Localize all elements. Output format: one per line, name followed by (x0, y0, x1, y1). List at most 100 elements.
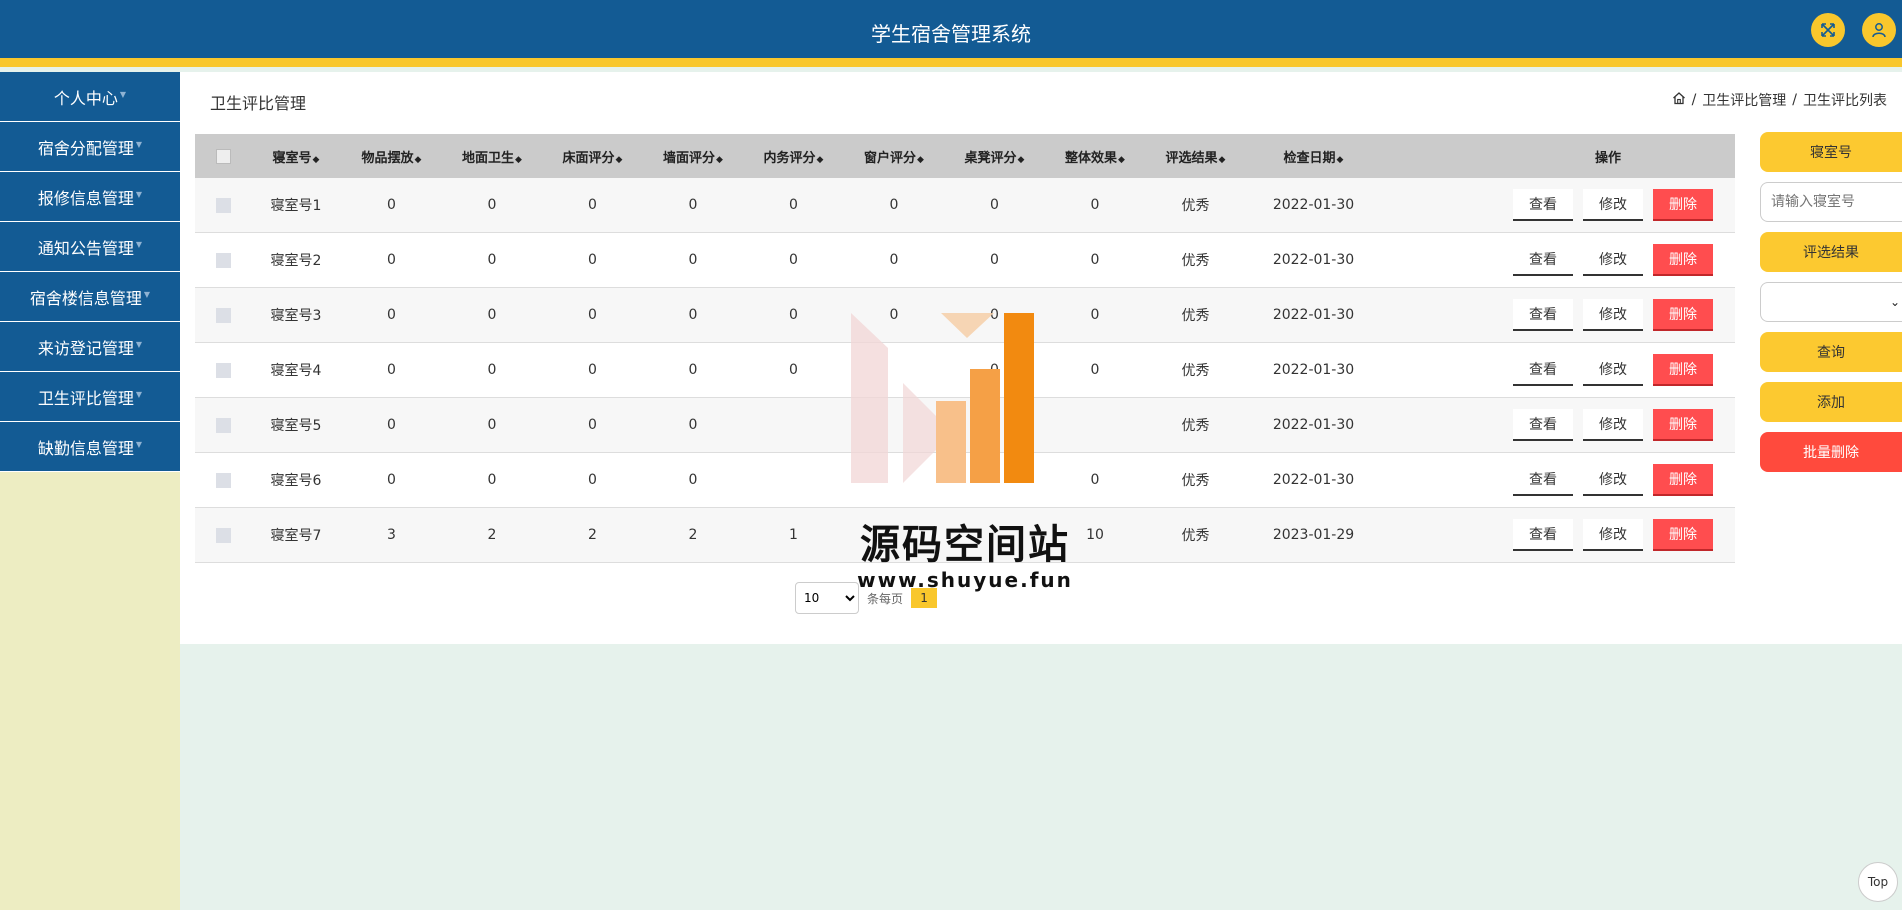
row-checkbox[interactable] (215, 252, 231, 268)
fullscreen-icon[interactable] (1811, 13, 1845, 47)
add-button[interactable]: 添加 (1760, 382, 1902, 422)
column-header[interactable]: 检查日期◆ (1246, 147, 1381, 166)
delete-button[interactable]: 删除 (1653, 519, 1713, 551)
sidebar-item-visitor[interactable]: 来访登记管理 ▼ (0, 322, 180, 372)
cell-score: 0 (487, 307, 497, 323)
result-select[interactable]: ⌄ (1760, 282, 1902, 322)
column-header[interactable]: 内务评分◆ (743, 147, 844, 166)
column-header[interactable]: 整体效果◆ (1045, 147, 1145, 166)
caret-down-icon: ▼ (143, 290, 151, 299)
column-header[interactable]: 寝室号◆ (251, 147, 341, 166)
sidebar-item-dorm-allocation[interactable]: 宿舍分配管理 ▼ (0, 122, 180, 172)
sidebar-item-label: 通知公告管理 (37, 238, 134, 258)
view-button[interactable]: 查看 (1513, 299, 1573, 331)
sidebar-item-label: 报修信息管理 (37, 188, 134, 208)
cell-score: 0 (387, 307, 396, 323)
watermark-title: 源码空间站 (860, 522, 1070, 568)
edit-button[interactable]: 修改 (1583, 189, 1643, 221)
cell-score: 0 (588, 197, 597, 213)
cell-score: 2 (688, 527, 698, 543)
cell-score: 0 (990, 362, 999, 378)
column-header[interactable]: 地面卫生◆ (442, 147, 542, 166)
cell-score: 0 (487, 197, 497, 213)
sidebar-item-notice[interactable]: 通知公告管理 ▼ (0, 222, 180, 272)
delete-button[interactable]: 删除 (1653, 464, 1713, 496)
sort-icon: ◆ (615, 154, 623, 165)
view-button[interactable]: 查看 (1513, 464, 1573, 496)
select-all-checkbox[interactable] (215, 148, 231, 164)
sidebar-item-building[interactable]: 宿舍楼信息管理 ▼ (0, 272, 180, 322)
edit-button[interactable]: 修改 (1583, 519, 1643, 551)
back-to-top-button[interactable]: Top (1858, 862, 1898, 902)
sort-icon: ◆ (716, 154, 723, 165)
view-button[interactable]: 查看 (1513, 409, 1573, 441)
cell-score: 0 (688, 252, 698, 268)
sidebar: 个人中心 ▼ 宿舍分配管理 ▼ 报修信息管理 ▼ 通知公告管理 ▼ 宿舍楼信息管理 ▼ 来… (0, 72, 180, 910)
sidebar-item-label: 卫生评比管理 (37, 388, 134, 408)
view-button[interactable]: 查看 (1513, 354, 1573, 386)
row-checkbox[interactable] (215, 362, 231, 378)
edit-button[interactable]: 修改 (1583, 464, 1643, 496)
delete-button[interactable]: 删除 (1653, 189, 1713, 221)
row-checkbox[interactable] (215, 307, 231, 323)
delete-button[interactable]: 删除 (1653, 299, 1713, 331)
column-header[interactable]: 桌凳评分◆ (944, 147, 1045, 166)
cell-score: 0 (789, 362, 798, 378)
cell-score: 0 (1090, 197, 1100, 213)
sort-icon: ◆ (917, 154, 924, 165)
batch-delete-button[interactable]: 批量删除 (1760, 432, 1902, 472)
cell-result: 优秀 (1181, 418, 1210, 434)
sidebar-item-label: 个人中心 (53, 88, 118, 108)
view-button[interactable]: 查看 (1513, 244, 1573, 276)
sidebar-item-hygiene[interactable]: 卫生评比管理 ▼ (0, 372, 180, 422)
edit-button[interactable]: 修改 (1583, 244, 1643, 276)
delete-button[interactable]: 删除 (1653, 354, 1713, 386)
table-row: 寝室号5 0 0 0 0 优秀 2022-01-30 查看 修改 删除 (195, 398, 1735, 453)
breadcrumb-item[interactable]: 卫生评比管理 (1702, 90, 1786, 110)
cell-score: 0 (487, 472, 497, 488)
row-checkbox[interactable] (215, 417, 231, 433)
caret-down-icon: ▼ (135, 390, 143, 399)
user-icon[interactable] (1862, 13, 1896, 47)
page-title: 卫生评比管理 (210, 94, 307, 113)
row-checkbox[interactable] (215, 472, 231, 488)
sidebar-item-absence[interactable]: 缺勤信息管理 ▼ (0, 422, 180, 472)
column-header[interactable]: 物品摆放◆ (341, 147, 442, 166)
sort-icon: ◆ (816, 154, 824, 165)
cell-score: 0 (1090, 252, 1100, 268)
query-button[interactable]: 查询 (1760, 332, 1902, 372)
cell-score: 0 (588, 362, 597, 378)
row-checkbox[interactable] (215, 527, 231, 543)
table-row: 寝室号4 0 0 0 0 0 0 0 优秀 2022-01-30 查看 修改 删… (195, 343, 1735, 398)
cell-score: 0 (688, 307, 698, 323)
sort-icon: ◆ (1017, 154, 1025, 165)
room-number-input[interactable] (1760, 182, 1902, 222)
view-button[interactable]: 查看 (1513, 519, 1573, 551)
edit-button[interactable]: 修改 (1583, 299, 1643, 331)
sidebar-item-label: 宿舍分配管理 (37, 138, 134, 158)
column-header[interactable]: 评选结果◆ (1145, 147, 1246, 166)
table-row: 寝室号3 0 0 0 0 0 0 0 0 优秀 2022-01-30 查看 修改… (195, 288, 1735, 343)
edit-button[interactable]: 修改 (1583, 354, 1643, 386)
cell-score: 0 (1090, 362, 1100, 378)
row-checkbox[interactable] (215, 197, 231, 213)
breadcrumb: / 卫生评比管理 / 卫生评比列表 (1672, 90, 1887, 110)
app-title: 学生宿舍管理系统 (871, 22, 1031, 46)
column-header[interactable]: 墙面评分◆ (643, 147, 743, 166)
chevron-down-icon: ⌄ (1889, 295, 1900, 309)
view-button[interactable]: 查看 (1513, 189, 1573, 221)
cell-result: 优秀 (1181, 528, 1210, 544)
cell-score: 0 (789, 307, 798, 323)
header-accent-stripe (0, 58, 1902, 67)
cell-date: 2022-01-30 (1272, 362, 1355, 378)
delete-button[interactable]: 删除 (1653, 244, 1713, 276)
search-panel: 寝室号 评选结果 ⌄ 查询 添加 批量删除 (1760, 132, 1902, 482)
sidebar-item-personal-center[interactable]: 个人中心 ▼ (0, 72, 180, 122)
column-header[interactable]: 窗户评分◆ (844, 147, 944, 166)
sidebar-item-repair[interactable]: 报修信息管理 ▼ (0, 172, 180, 222)
home-icon[interactable] (1672, 91, 1686, 109)
cell-score: 0 (387, 197, 396, 213)
edit-button[interactable]: 修改 (1583, 409, 1643, 441)
column-header[interactable]: 床面评分◆ (542, 147, 643, 166)
delete-button[interactable]: 删除 (1653, 409, 1713, 441)
